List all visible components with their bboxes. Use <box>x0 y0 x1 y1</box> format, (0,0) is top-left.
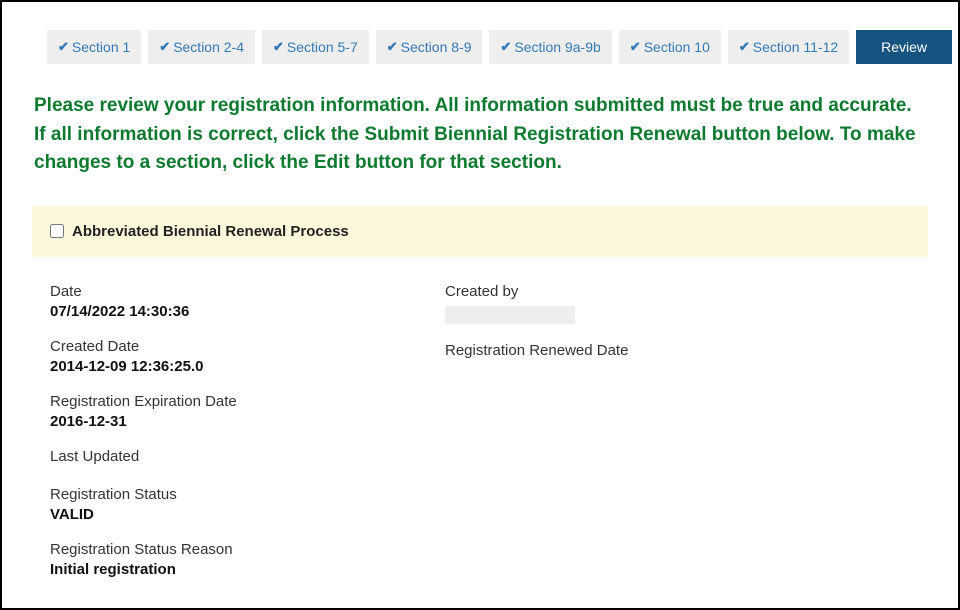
abbreviated-process-checkbox[interactable] <box>50 224 64 238</box>
field-renewed-date: Registration Renewed Date <box>445 342 910 362</box>
field-created-date: Created Date 2014-12-09 12:36:25.0 <box>50 338 445 375</box>
check-icon: ✔ <box>630 39 641 55</box>
field-label: Last Updated <box>50 448 445 465</box>
tab-label: Section 10 <box>644 39 710 55</box>
tab-section-2-4[interactable]: ✔ Section 2-4 <box>148 30 255 64</box>
details-column-right: Created by Registration Renewed Date <box>445 283 910 578</box>
field-label: Registration Renewed Date <box>445 342 910 359</box>
tab-section-1[interactable]: ✔ Section 1 <box>47 30 141 64</box>
section-tabs: ✔ Section 1 ✔ Section 2-4 ✔ Section 5-7 … <box>47 30 928 64</box>
field-label: Created Date <box>50 338 445 355</box>
tab-label: Section 11-12 <box>753 39 838 55</box>
tab-section-10[interactable]: ✔ Section 10 <box>619 30 721 64</box>
check-icon: ✔ <box>739 39 750 55</box>
field-expiration-date: Registration Expiration Date 2016-12-31 <box>50 393 445 430</box>
field-value: 2014-12-09 12:36:25.0 <box>50 358 445 375</box>
field-registration-status: Registration Status VALID <box>50 486 445 523</box>
check-icon: ✔ <box>387 39 398 55</box>
field-value: 2016-12-31 <box>50 413 445 430</box>
abbreviated-process-label: Abbreviated Biennial Renewal Process <box>72 223 349 240</box>
check-icon: ✔ <box>273 39 284 55</box>
field-label: Created by <box>445 283 910 300</box>
tab-label: Section 9a-9b <box>514 39 600 55</box>
field-status-reason: Registration Status Reason Initial regis… <box>50 541 445 578</box>
tab-label: Section 1 <box>72 39 130 55</box>
tab-label: Section 2-4 <box>173 39 244 55</box>
registration-details: Date 07/14/2022 14:30:36 Created Date 20… <box>32 275 928 578</box>
abbreviated-process-box: Abbreviated Biennial Renewal Process <box>32 206 928 257</box>
check-icon: ✔ <box>159 39 170 55</box>
review-instructions: Please review your registration informat… <box>32 92 928 178</box>
field-created-by: Created by <box>445 283 910 324</box>
field-last-updated: Last Updated <box>50 448 445 468</box>
tab-label: Review <box>881 39 927 55</box>
tab-section-8-9[interactable]: ✔ Section 8-9 <box>376 30 483 64</box>
details-column-left: Date 07/14/2022 14:30:36 Created Date 20… <box>50 283 445 578</box>
check-icon: ✔ <box>58 39 69 55</box>
tab-review[interactable]: Review <box>856 30 952 64</box>
tab-section-9a-9b[interactable]: ✔ Section 9a-9b <box>489 30 611 64</box>
redacted-value <box>445 306 575 324</box>
field-value: VALID <box>50 506 445 523</box>
field-label: Registration Status Reason <box>50 541 445 558</box>
tab-section-11-12[interactable]: ✔ Section 11-12 <box>728 30 849 64</box>
check-icon: ✔ <box>500 39 511 55</box>
field-label: Date <box>50 283 445 300</box>
tab-label: Section 5-7 <box>287 39 358 55</box>
tab-label: Section 8-9 <box>401 39 472 55</box>
field-label: Registration Expiration Date <box>50 393 445 410</box>
field-value: Initial registration <box>50 561 445 578</box>
field-value: 07/14/2022 14:30:36 <box>50 303 445 320</box>
tab-section-5-7[interactable]: ✔ Section 5-7 <box>262 30 369 64</box>
field-date: Date 07/14/2022 14:30:36 <box>50 283 445 320</box>
field-label: Registration Status <box>50 486 445 503</box>
